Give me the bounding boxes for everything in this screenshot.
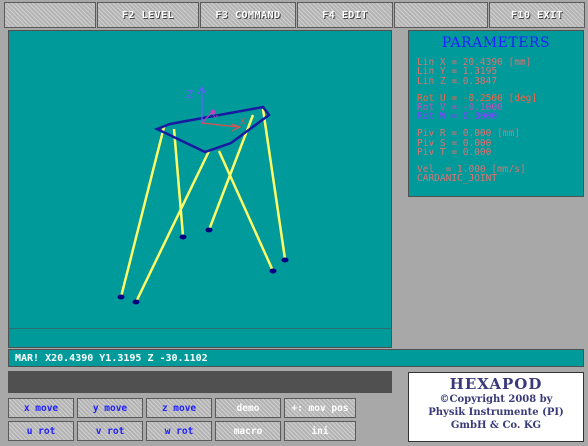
mov-pos-button[interactable]: +: mov pos bbox=[284, 398, 356, 418]
lin-z-value: Lin Z = 0.3847 bbox=[417, 75, 498, 87]
company-suffix-line: GmbH & Co. KG bbox=[450, 420, 542, 431]
company-line: Physik Instrumente (PI) bbox=[428, 407, 564, 418]
rot-w-value: Rot W = 0.0000 bbox=[417, 111, 498, 123]
f3-command-button[interactable]: F3 COMMAND bbox=[200, 2, 296, 28]
f4-edit-button[interactable]: F4 EDIT bbox=[297, 2, 393, 28]
position-status-line: MAR! X20.4390 Y1.3195 Z -30.1102 bbox=[8, 349, 584, 367]
x-move-button[interactable]: x move bbox=[8, 398, 74, 418]
fkey-blank-2 bbox=[394, 2, 488, 28]
joint-type-value: CARDANIC_JOINT bbox=[417, 173, 498, 185]
message-bar bbox=[8, 371, 392, 393]
macro-button[interactable]: macro bbox=[215, 421, 281, 441]
ini-button[interactable]: ini bbox=[284, 421, 356, 441]
parameters-title: PARAMETERS bbox=[441, 35, 551, 51]
w-rot-button[interactable]: w rot bbox=[146, 421, 212, 441]
v-rot-button[interactable]: v rot bbox=[77, 421, 143, 441]
joint-6 bbox=[281, 257, 289, 263]
joint-1 bbox=[117, 294, 125, 300]
copyright-line: ©Copyright 2008 by bbox=[439, 394, 553, 405]
axis-x-arrow bbox=[230, 123, 242, 132]
demo-button[interactable]: demo bbox=[215, 398, 281, 418]
leg-4 bbox=[217, 150, 275, 272]
leg-1 bbox=[119, 126, 166, 298]
axis-x-label: X bbox=[240, 117, 246, 126]
hexapod-drawing: Z Y X bbox=[117, 85, 289, 305]
y-move-button[interactable]: y move bbox=[77, 398, 143, 418]
parameters-panel: PARAMETERS Lin X = 20.4390 [mm] Lin Y = … bbox=[408, 30, 584, 197]
joint-4 bbox=[205, 227, 213, 233]
u-rot-button[interactable]: u rot bbox=[8, 421, 74, 441]
leg-5 bbox=[261, 108, 287, 260]
z-move-button[interactable]: z move bbox=[146, 398, 212, 418]
viewport-footer-bar bbox=[9, 328, 391, 347]
hexapod-3d-viewport[interactable]: Z Y X bbox=[8, 30, 392, 348]
joint-2 bbox=[132, 299, 140, 305]
hexapod-logo-box: HEXAPOD ©Copyright 2008 by Physik Instru… bbox=[408, 372, 584, 442]
axis-z-label: Z bbox=[186, 88, 194, 101]
piv-t-value: Piv T = 0.000 bbox=[417, 146, 492, 158]
axis-y-label: Y bbox=[212, 114, 218, 123]
fkey-blank-1 bbox=[4, 2, 96, 28]
f10-exit-button[interactable]: F10 EXIT bbox=[489, 2, 585, 28]
leg-3 bbox=[134, 150, 211, 303]
f2-level-button[interactable]: F2 LEVEL bbox=[97, 2, 199, 28]
joint-3 bbox=[179, 234, 187, 240]
hexapod-logo-title: HEXAPOD bbox=[449, 375, 543, 393]
joint-5 bbox=[269, 268, 277, 274]
